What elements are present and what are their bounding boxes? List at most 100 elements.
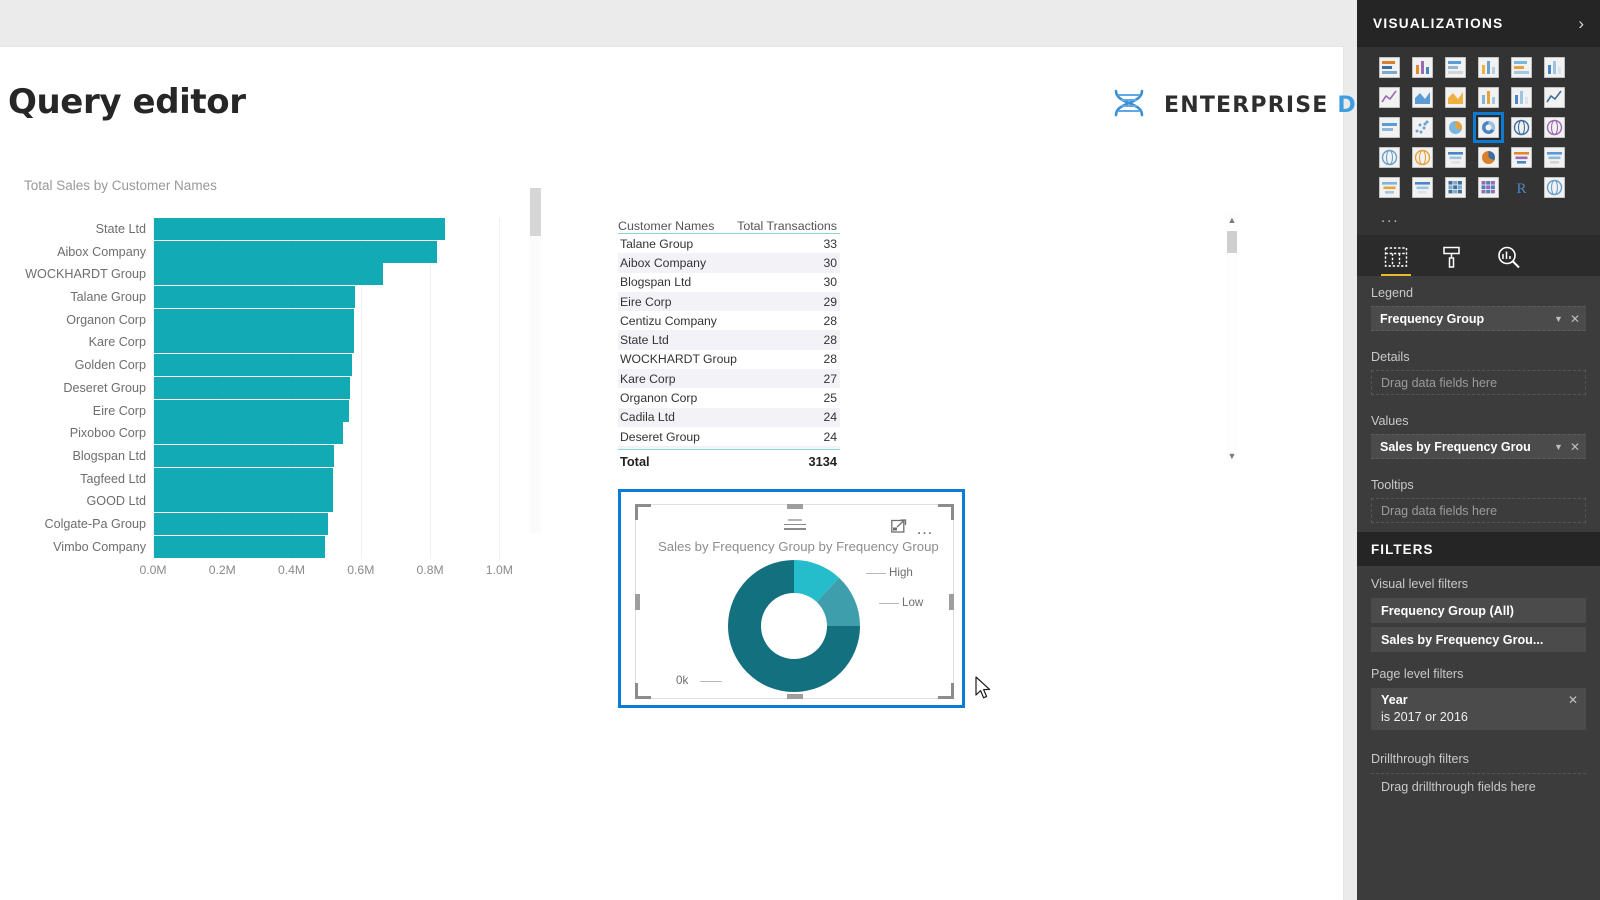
bar-chart-row[interactable]: Kare Corp — [14, 331, 534, 354]
scroll-up-arrow-icon[interactable]: ▲ — [1226, 213, 1238, 227]
line-clustered-column-icon[interactable] — [1509, 85, 1534, 110]
table-row[interactable]: Blogspan Ltd 30 — [618, 273, 840, 292]
kpi-icon[interactable] — [1377, 175, 1402, 200]
scroll-down-arrow-icon[interactable]: ▼ — [1226, 449, 1238, 463]
bar-chart-row[interactable]: Tagfeed Ltd — [14, 467, 534, 490]
table-row[interactable]: Kare Corp 27 — [618, 369, 840, 389]
bar-chart-row[interactable]: Eire Corp — [14, 399, 534, 422]
resize-handle-bottom[interactable] — [786, 694, 803, 699]
table-row[interactable]: Deseret Group 24 — [618, 427, 840, 446]
line-stacked-column-icon[interactable] — [1476, 85, 1501, 110]
bar-chart-scrollbar-thumb[interactable] — [530, 188, 541, 236]
card-icon[interactable] — [1509, 145, 1534, 170]
drillthrough-dropzone[interactable]: Drag drillthrough fields here — [1371, 773, 1586, 799]
table-row[interactable]: Centizu Company 28 — [618, 311, 840, 330]
bar-fill[interactable] — [154, 240, 438, 263]
chevron-down-icon[interactable]: ▼ — [1554, 442, 1570, 452]
bar-chart-row[interactable]: State Ltd — [14, 218, 534, 240]
pct-stacked-bar-chart-icon[interactable] — [1509, 55, 1534, 80]
clustered-column-chart-icon[interactable] — [1476, 55, 1501, 80]
resize-handle-bottom-right[interactable] — [938, 683, 954, 699]
pie-chart-icon[interactable] — [1443, 115, 1468, 140]
table-row[interactable]: Aibox Company 30 — [618, 253, 840, 273]
stacked-column-chart-icon[interactable] — [1410, 55, 1435, 80]
arcgis-map-icon[interactable] — [1542, 175, 1567, 200]
bar-fill[interactable] — [154, 376, 350, 399]
analytics-tab[interactable] — [1495, 244, 1521, 270]
resize-handle-top[interactable] — [786, 504, 803, 509]
r-script-visual-icon[interactable]: R — [1509, 175, 1534, 200]
stacked-bar-chart-icon[interactable] — [1377, 55, 1402, 80]
bar-fill[interactable] — [154, 308, 355, 331]
map-icon[interactable] — [1542, 115, 1567, 140]
matrix-icon[interactable] — [1476, 175, 1501, 200]
shape-map-icon[interactable] — [1410, 145, 1435, 170]
bar-chart-row[interactable]: Pixoboo Corp — [14, 422, 534, 445]
visualization-type-grid[interactable]: R — [1357, 47, 1600, 209]
table-row[interactable]: State Ltd 28 — [618, 330, 840, 350]
resize-handle-bottom-left[interactable] — [635, 683, 651, 699]
bar-fill[interactable] — [154, 399, 349, 422]
table-row[interactable]: Organon Corp 25 — [618, 388, 840, 407]
bar-fill[interactable] — [154, 490, 333, 513]
bar-chart-row[interactable]: Aibox Company — [14, 240, 534, 263]
resize-handle-top-left[interactable] — [635, 504, 651, 520]
area-chart-icon[interactable] — [1410, 85, 1435, 110]
fields-tab[interactable] — [1381, 244, 1411, 276]
filled-map-icon[interactable] — [1377, 145, 1402, 170]
focus-mode-icon[interactable] — [891, 519, 907, 539]
stacked-area-chart-icon[interactable] — [1443, 85, 1468, 110]
more-visuals-icon[interactable]: ... — [1377, 209, 1400, 226]
table-scrollbar-thumb[interactable] — [1227, 231, 1237, 253]
bar-fill[interactable] — [154, 535, 326, 558]
table-row[interactable]: WOCKHARDT Group 28 — [618, 350, 840, 369]
table-column-header-total-transactions[interactable]: Total Transactions — [737, 219, 840, 233]
field-chip-legend[interactable]: Frequency Group ▼ ✕ — [1371, 306, 1586, 331]
bar-fill[interactable] — [154, 331, 354, 354]
pct-stacked-column-chart-icon[interactable] — [1542, 55, 1567, 80]
resize-handle-right[interactable] — [949, 593, 954, 610]
bar-fill[interactable] — [154, 286, 355, 309]
table-column-header-customer-names[interactable]: Customer Names — [618, 219, 737, 233]
donut-chart-visual-selected[interactable]: … Sales by Frequency Group by Frequency … — [618, 489, 965, 708]
bar-fill[interactable] — [154, 512, 328, 535]
table-icon[interactable] — [1443, 175, 1468, 200]
remove-field-icon[interactable]: ✕ — [1570, 440, 1580, 454]
visualizations-panel[interactable]: VISUALIZATIONS › R ... Legend Frequency … — [1357, 0, 1600, 900]
field-dropzone-details[interactable]: Drag data fields here — [1371, 370, 1586, 395]
bar-fill[interactable] — [154, 444, 335, 467]
slicer-icon[interactable] — [1410, 175, 1435, 200]
table-row[interactable]: Talane Group 33 — [618, 234, 840, 253]
bar-chart-visual[interactable]: Total Sales by Customer Names State Ltd A… — [14, 178, 559, 578]
visualization-more-row[interactable]: ... — [1357, 209, 1600, 235]
multi-row-card-icon[interactable] — [1542, 145, 1567, 170]
resize-handle-top-right[interactable] — [938, 504, 954, 520]
donut-chart-plot[interactable] — [728, 560, 860, 692]
remove-field-icon[interactable]: ✕ — [1570, 312, 1580, 326]
filter-card-year[interactable]: Year ✕ is 2017 or 2016 — [1371, 688, 1586, 730]
gauge-chart-icon[interactable] — [1476, 145, 1501, 170]
table-body[interactable]: Talane Group 33 Aibox Company 30 Blogspan Lt… — [618, 234, 840, 449]
bar-chart-scrollbar[interactable] — [530, 188, 541, 533]
ribbon-chart-icon[interactable] — [1542, 85, 1567, 110]
bar-fill[interactable] — [154, 354, 353, 377]
bar-chart-bars[interactable]: State Ltd Aibox Company WOCKHARDT Group Tal… — [14, 218, 534, 558]
format-tab[interactable] — [1439, 244, 1465, 270]
bar-fill[interactable] — [154, 218, 445, 240]
field-wells[interactable]: Legend Frequency Group ▼ ✕ Details Drag data … — [1357, 276, 1600, 532]
table-row[interactable]: Flipbug Ltd24 — [618, 446, 840, 449]
field-dropzone-tooltips[interactable]: Drag data fields here — [1371, 498, 1586, 523]
visual-header-icons[interactable]: … — [891, 519, 935, 539]
donut-chart-visual-frame[interactable]: … Sales by Frequency Group by Frequency … — [635, 504, 954, 699]
funnel-chart-icon[interactable] — [1443, 145, 1468, 170]
bar-chart-row[interactable]: Organon Corp — [14, 308, 534, 331]
line-chart-icon[interactable] — [1377, 85, 1402, 110]
treemap-icon[interactable] — [1509, 115, 1534, 140]
chevron-down-icon[interactable]: ▼ — [1554, 314, 1570, 324]
visual-property-tabs[interactable] — [1357, 235, 1600, 276]
more-options-icon[interactable]: … — [916, 520, 935, 537]
filter-card-frequency-group[interactable]: Frequency Group (All) — [1371, 598, 1586, 623]
chevron-right-icon[interactable]: › — [1578, 14, 1584, 34]
bar-fill[interactable] — [154, 467, 333, 490]
table-row[interactable]: Eire Corp 29 — [618, 291, 840, 312]
